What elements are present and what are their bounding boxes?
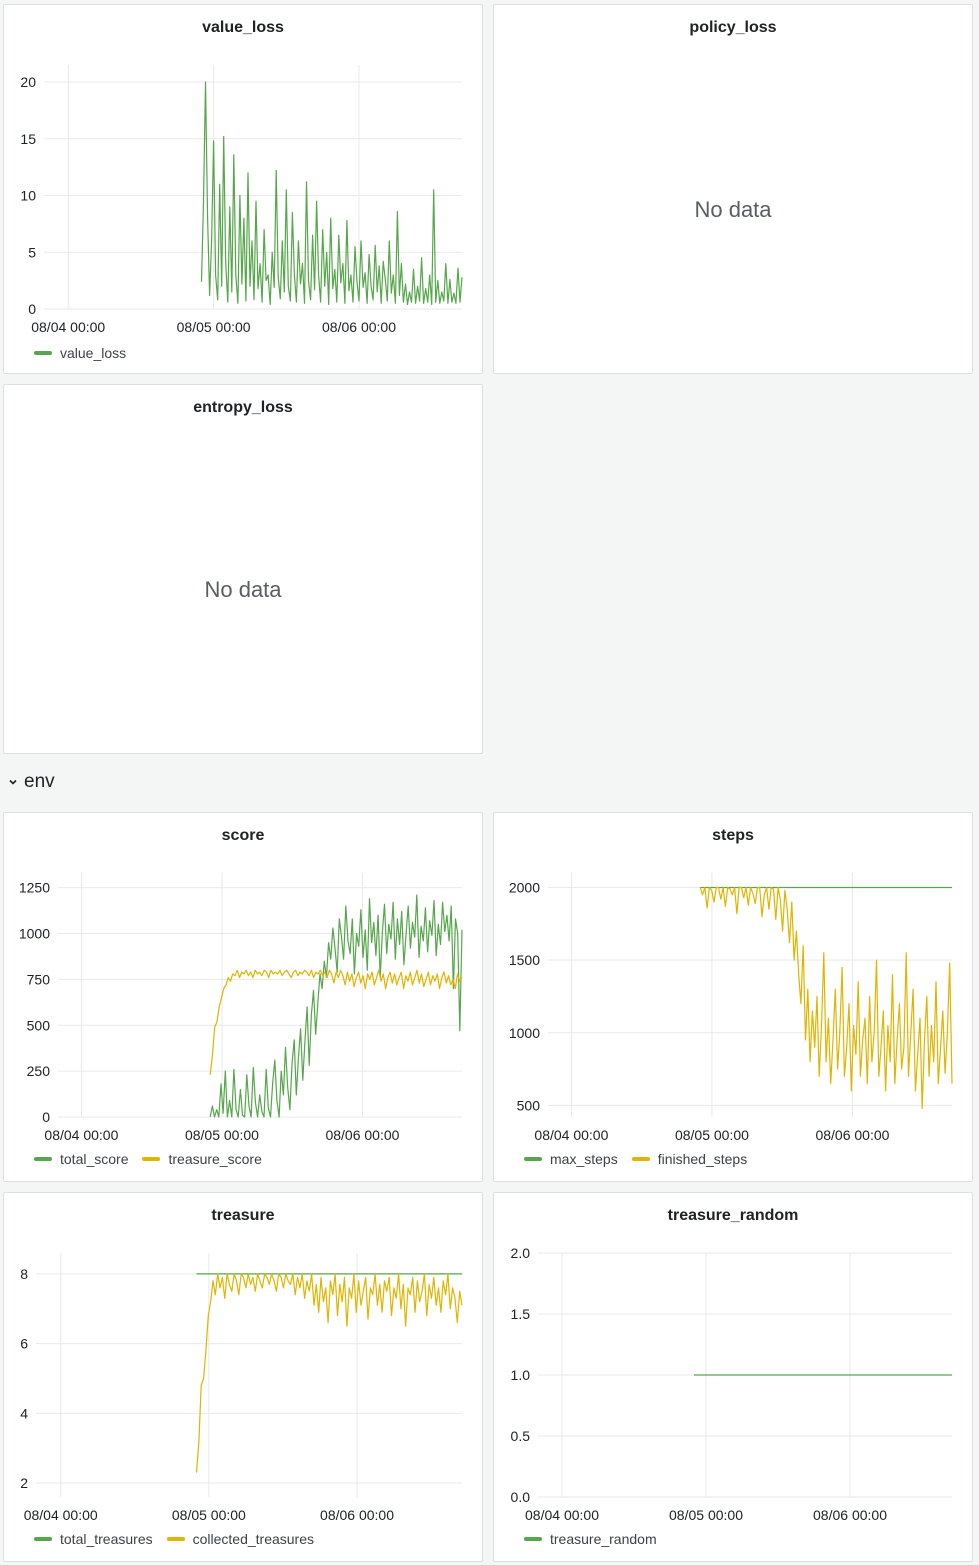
y-tick-label: 20: [20, 74, 36, 90]
panel-value-loss[interactable]: value_loss 0 5 10 15 20 08/04 00:00 08/05 00:0…: [3, 4, 483, 374]
legend-label: treasure_random: [550, 1531, 657, 1547]
y-tick-label: 1000: [509, 1025, 540, 1041]
chart-treasure: 2 4 6 8 08/04 00:00 08/05 00:00 08/06 00:00: [20, 1253, 463, 1523]
no-data-message: No data: [694, 197, 772, 222]
x-tick-label: 08/05 00:00: [675, 1127, 749, 1143]
x-tick-label: 08/04 00:00: [534, 1127, 608, 1143]
legend-swatch: [166, 1537, 185, 1541]
legend-swatch: [524, 1157, 542, 1161]
legend-item-treasure_score[interactable]: treasure_score: [142, 1151, 262, 1167]
x-tick-label: 08/04 00:00: [31, 319, 105, 335]
legend: max_steps finished_steps: [524, 1151, 747, 1167]
legend-label: treasure_score: [168, 1151, 262, 1167]
legend: total_score treasure_score: [34, 1151, 262, 1167]
chevron-down-icon[interactable]: [8, 775, 18, 790]
legend-swatch: [34, 351, 52, 355]
legend-label: total_score: [60, 1151, 129, 1167]
y-tick-label: 1.0: [511, 1367, 531, 1383]
legend-item-max_steps[interactable]: max_steps: [524, 1151, 618, 1167]
chart-value-loss: 0 5 10 15 20 08/04 00:00 08/05 00:00 08/06 00:0…: [20, 65, 463, 335]
y-tick-label: 2: [20, 1475, 28, 1491]
x-tick-label: 08/06 00:00: [325, 1127, 399, 1143]
legend-item-treasure_random[interactable]: treasure_random: [524, 1531, 657, 1547]
x-tick-label: 08/04 00:00: [525, 1507, 599, 1523]
x-tick-label: 08/06 00:00: [815, 1127, 889, 1143]
x-tick-label: 08/05 00:00: [185, 1127, 259, 1143]
y-tick-label: 2000: [509, 880, 540, 896]
x-tick-label: 08/05 00:00: [177, 319, 251, 335]
y-tick-label: 250: [27, 1063, 51, 1079]
x-tick-label: 08/04 00:00: [44, 1127, 118, 1143]
legend-swatch: [142, 1157, 161, 1161]
series-line-total_score: [209, 894, 463, 1118]
x-tick-label: 08/06 00:00: [320, 1507, 394, 1523]
y-tick-label: 2.0: [511, 1245, 531, 1261]
chart-steps: 500 1000 1500 2000 08/04 00:00 08/05 00:00 08/…: [509, 873, 953, 1143]
panel-entropy-loss[interactable]: entropy_loss No data: [3, 384, 483, 754]
no-data-message: No data: [204, 577, 282, 602]
y-tick-label: 1.5: [511, 1306, 531, 1322]
chart-score: 0 250 500 750 1000 1250 08/04 00:00 08/05 00:00…: [19, 873, 463, 1143]
legend-item-total_treasures[interactable]: total_treasures: [34, 1531, 153, 1547]
y-tick-label: 1250: [19, 880, 50, 896]
y-tick-label: 0.5: [511, 1428, 531, 1444]
panel-score[interactable]: score 0 250 500 750 1000 1250 08/04 00:00 08/05…: [3, 812, 483, 1182]
x-tick-label: 08/05 00:00: [172, 1507, 246, 1523]
chart-treasure-random: 0.0 0.5 1.0 1.5 2.0 08/04 00:00 08/05 00:00 08/…: [511, 1245, 952, 1523]
y-tick-label: 6: [20, 1336, 28, 1352]
row-title: env: [24, 771, 55, 792]
legend-item-finished_steps[interactable]: finished_steps: [631, 1151, 748, 1167]
legend-item-total_score[interactable]: total_score: [34, 1151, 128, 1167]
legend: treasure_random: [524, 1531, 657, 1547]
y-tick-label: 0: [28, 301, 36, 317]
y-tick-label: 750: [27, 971, 51, 987]
legend-label: max_steps: [550, 1151, 618, 1167]
y-tick-label: 0: [42, 1109, 50, 1125]
series-line-collected_treasures: [195, 1273, 463, 1473]
legend-label: value_loss: [60, 345, 127, 361]
row-header-env[interactable]: env: [8, 771, 55, 793]
panel-treasure-random[interactable]: treasure_random 0.0 0.5 1.0 1.5 2.0 08/04 00:…: [493, 1192, 973, 1562]
y-tick-label: 0.0: [511, 1489, 531, 1505]
panel-title: entropy_loss: [193, 399, 293, 416]
panel-title: policy_loss: [689, 19, 777, 36]
y-tick-label: 5: [28, 244, 36, 260]
y-tick-label: 4: [20, 1405, 28, 1421]
legend-swatch: [631, 1157, 650, 1161]
legend: value_loss: [34, 345, 126, 361]
y-tick-label: 500: [27, 1017, 51, 1033]
series-line-treasure_score: [209, 969, 463, 1075]
series-line-finished_steps: [699, 886, 953, 1109]
x-tick-label: 08/06 00:00: [322, 319, 396, 335]
y-tick-label: 500: [517, 1097, 541, 1113]
legend-item-value_loss[interactable]: value_loss: [34, 345, 126, 361]
y-tick-label: 15: [20, 131, 36, 147]
legend-swatch: [524, 1537, 542, 1541]
legend-label: total_treasures: [60, 1531, 153, 1547]
x-tick-label: 08/06 00:00: [813, 1507, 887, 1523]
legend-item-collected_treasures[interactable]: collected_treasures: [166, 1531, 315, 1547]
y-tick-label: 1500: [509, 952, 540, 968]
panel-steps[interactable]: steps 500 1000 1500 2000 08/04 00:00 08/05 00…: [493, 812, 973, 1182]
panel-treasure[interactable]: treasure 2 4 6 8 08/04 00:00 08/05 00:00 08/06…: [3, 1192, 483, 1562]
y-tick-label: 1000: [19, 926, 50, 942]
x-tick-label: 08/05 00:00: [669, 1507, 743, 1523]
legend-swatch: [34, 1537, 52, 1541]
x-tick-label: 08/04 00:00: [24, 1507, 98, 1523]
legend-swatch: [34, 1157, 52, 1161]
series-line-value_loss: [200, 81, 463, 306]
legend-label: finished_steps: [657, 1151, 748, 1167]
legend-label: collected_treasures: [192, 1531, 315, 1547]
legend: total_treasures collected_treasures: [34, 1531, 314, 1547]
y-tick-label: 8: [20, 1266, 28, 1282]
y-tick-label: 10: [20, 188, 36, 204]
panel-policy-loss[interactable]: policy_loss No data: [493, 4, 973, 374]
